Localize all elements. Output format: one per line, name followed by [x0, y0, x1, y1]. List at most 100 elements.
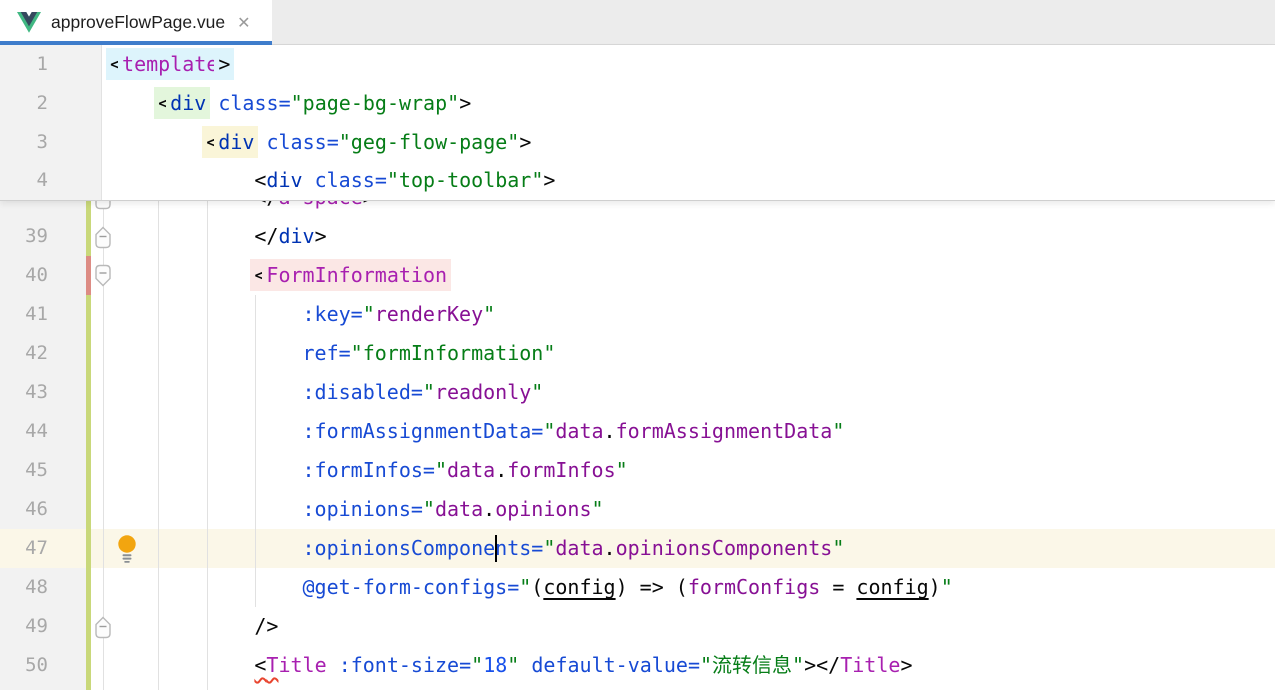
code-token: >	[459, 91, 471, 115]
fold-up-icon[interactable]	[93, 201, 113, 211]
code-token: data	[555, 419, 603, 443]
intention-bulb-icon[interactable]	[116, 534, 138, 564]
code-editor[interactable]: </a-space>39</div>40<FormInformation41:k…	[0, 201, 1275, 690]
code-token: =	[351, 302, 363, 326]
line-number: 50	[0, 646, 48, 685]
code-token: "	[423, 497, 435, 521]
code-token: data	[435, 497, 483, 521]
code-token: class	[218, 91, 278, 115]
code-token: a-space	[278, 201, 362, 209]
code-token	[303, 168, 315, 192]
code-text: :opinionsComponents="data.opinionsCompon…	[303, 529, 845, 568]
line-number: 47	[0, 529, 48, 568]
code-token: div	[218, 130, 254, 154]
tab-close-icon[interactable]: ✕	[237, 13, 250, 33]
code-token: "	[363, 302, 375, 326]
code-text: </a-space>	[254, 201, 374, 217]
code-line-46[interactable]: 46:opinions="data.opinions"	[0, 490, 1275, 529]
code-token: formAssignmentData	[616, 419, 833, 443]
code-token: data	[447, 458, 495, 482]
code-token: formConfigs	[688, 575, 820, 599]
code-token: >	[543, 168, 555, 192]
code-line-42[interactable]: 42ref="formInformation"	[0, 334, 1275, 373]
code-token: <	[254, 263, 266, 287]
code-text: :disabled="readonly"	[303, 373, 544, 412]
code-token: <	[254, 168, 266, 192]
code-token: .	[495, 458, 507, 482]
line-number: 3	[0, 123, 48, 162]
code-token: :opinions	[303, 497, 411, 521]
line-number: 45	[0, 451, 48, 490]
code-token: </	[254, 224, 278, 248]
code-text: <div class="top-toolbar">	[254, 161, 555, 200]
line-number: 2	[0, 84, 48, 123]
line-number: 39	[0, 217, 48, 256]
code-token: =	[531, 536, 543, 560]
code-line-41[interactable]: 41:key="renderKey"	[0, 295, 1275, 334]
code-line-40[interactable]: 40<FormInformation	[0, 256, 1275, 295]
code-token	[254, 130, 266, 154]
code-line-39[interactable]: 39</div>	[0, 217, 1275, 256]
code-token: <	[254, 653, 266, 677]
code-token: "page-bg-wrap"	[291, 91, 460, 115]
code-token	[206, 91, 218, 115]
tab-approveflowpage[interactable]: approveFlowPage.vue ✕	[0, 0, 272, 45]
code-line[interactable]: </a-space>	[0, 201, 1275, 217]
code-token: "formInformation"	[351, 341, 556, 365]
code-token: renderKey	[375, 302, 483, 326]
code-token: "	[832, 536, 844, 560]
code-line-1[interactable]: 1<template>	[0, 45, 1275, 84]
code-token: ref	[303, 341, 339, 365]
code-token: :key	[303, 302, 351, 326]
code-line-44[interactable]: 44:formAssignmentData="data.formAssignme…	[0, 412, 1275, 451]
fold-down-icon[interactable]	[93, 263, 113, 289]
code-line-45[interactable]: 45:formInfos="data.formInfos"	[0, 451, 1275, 490]
code-token: "	[543, 419, 555, 443]
code-line-43[interactable]: 43 :disabled="readonly"	[0, 373, 1275, 412]
text-caret	[495, 535, 497, 562]
code-token: =	[327, 130, 339, 154]
code-text: @get-form-configs="(config) => (formConf…	[303, 568, 953, 607]
code-text: :opinions="data.opinions"	[303, 490, 604, 529]
code-token: .	[483, 497, 495, 521]
code-token: "	[471, 653, 483, 677]
line-number: 40	[0, 256, 48, 295]
code-token: "	[941, 575, 953, 599]
code-token: =	[279, 91, 291, 115]
line-number: 44	[0, 412, 48, 451]
code-token	[327, 653, 339, 677]
code-line-2[interactable]: 2<div class="page-bg-wrap">	[0, 84, 1275, 123]
code-token: =	[507, 575, 519, 599]
code-token: .	[604, 419, 616, 443]
code-token: config	[543, 575, 615, 599]
code-token: readonly	[435, 380, 531, 404]
code-token: :disabled	[303, 380, 411, 404]
code-token: />	[254, 614, 278, 638]
code-line-4[interactable]: 4 <div class="top-toolbar">	[0, 161, 1275, 200]
code-line-49[interactable]: 49/>	[0, 607, 1275, 646]
code-text: <div class="geg-flow-page">	[206, 123, 531, 162]
code-token: =	[688, 653, 700, 677]
editor-tab-bar: approveFlowPage.vue ✕	[0, 0, 1275, 45]
code-token: Title	[840, 653, 900, 677]
fold-up-icon[interactable]	[93, 224, 113, 250]
code-token: =	[339, 341, 351, 365]
sticky-lines-panel: 1<template>2<div class="page-bg-wrap">3<…	[0, 45, 1275, 201]
code-line-48[interactable]: 48@get-form-configs="(config) => (formCo…	[0, 568, 1275, 607]
code-token: =	[820, 575, 856, 599]
line-number: 43	[0, 373, 48, 412]
code-token: data	[555, 536, 603, 560]
vue-logo-icon	[17, 12, 41, 33]
code-token: =	[411, 380, 423, 404]
fold-up-icon[interactable]	[93, 614, 113, 640]
code-line-50[interactable]: 50<Title :font-size="18" default-value="…	[0, 646, 1275, 685]
code-token: </	[816, 653, 840, 677]
code-token: "	[616, 458, 628, 482]
code-line-47[interactable]: 47:opinionsComponents="data.opinionsComp…	[0, 529, 1275, 568]
line-number: 48	[0, 568, 48, 607]
line-number: 1	[0, 45, 48, 84]
line-number: 4	[0, 161, 48, 200]
code-line-3[interactable]: 3 <div class="geg-flow-page">	[0, 123, 1275, 162]
code-text: ref="formInformation"	[303, 334, 556, 373]
code-token: "	[832, 419, 844, 443]
